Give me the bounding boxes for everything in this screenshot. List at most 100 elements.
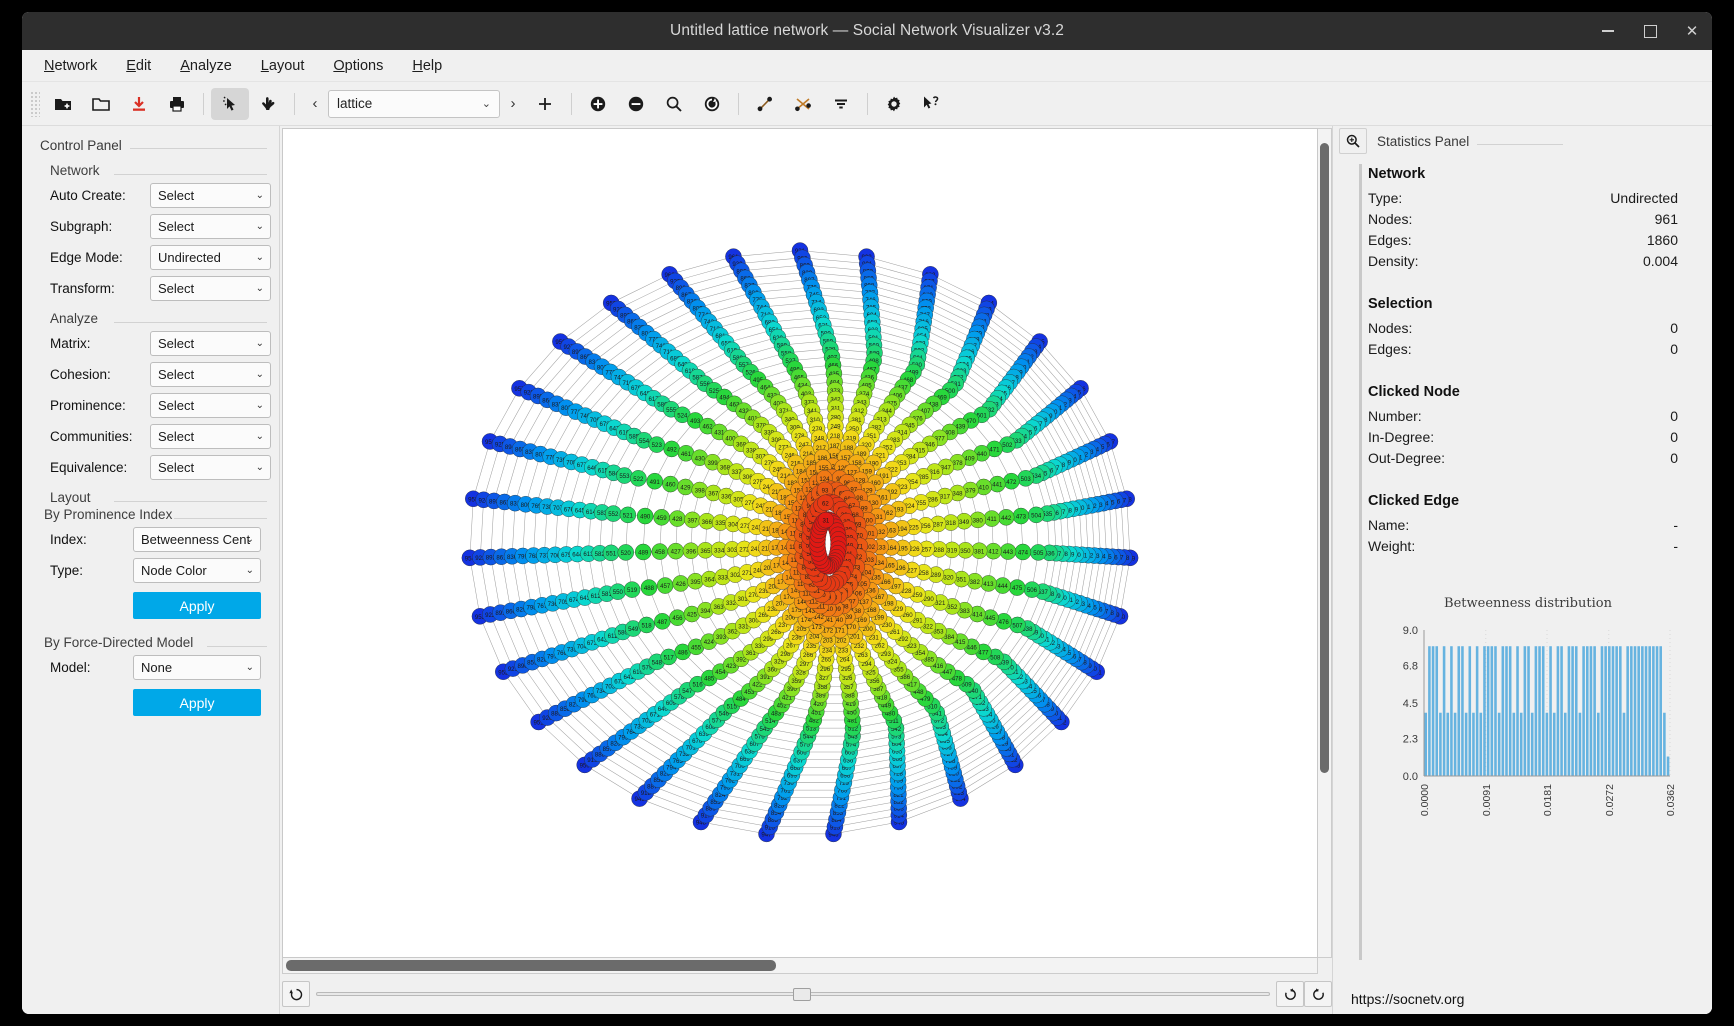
menu-options[interactable]: Options [333,58,383,74]
graph-canvas[interactable]: 9319329339349359369379389399409419429439… [282,128,1318,958]
rotate-left-icon[interactable] [1276,981,1304,1007]
reset-zoom-icon[interactable] [282,981,310,1007]
svg-text:365: 365 [700,548,711,555]
open-network-icon[interactable] [82,88,120,120]
edge-mode-select[interactable]: Undirected ⌄ [150,245,271,270]
equivalence-select[interactable]: Select ⌄ [150,455,271,480]
close-icon[interactable]: ✕ [1684,23,1700,39]
edge-mode-value: Undirected [158,250,221,265]
svg-text:551: 551 [606,550,617,557]
zoom-out-icon[interactable] [617,88,655,120]
svg-text:520: 520 [621,550,632,557]
index-select[interactable]: Betweenness Cent ⌄ [133,527,261,552]
subgraph-value: Select [158,219,194,234]
svg-text:410: 410 [979,485,990,492]
svg-text:550: 550 [613,589,624,596]
svg-text:471: 471 [989,446,1000,453]
stat-key: Type: [1368,190,1402,206]
slider-knob[interactable] [793,988,811,1001]
find-icon[interactable] [655,88,693,120]
svg-text:397: 397 [687,517,698,524]
svg-text:318: 318 [946,520,957,527]
stat-key: Nodes: [1368,211,1412,227]
statistics-panel: Statistics Panel Network Type: Undirecte… [1332,126,1712,1014]
svg-text:472: 472 [1006,479,1017,486]
section-clicked-edge-title: Clicked Edge [1368,493,1678,509]
matrix-select[interactable]: Select ⌄ [150,331,271,356]
svg-text:518: 518 [642,622,653,629]
svg-text:0.0000: 0.0000 [1419,784,1431,816]
svg-text:445: 445 [985,615,996,622]
model-select[interactable]: None ⌄ [133,655,261,680]
clicked-node-row-indegree: In-Degree: 0 [1368,426,1678,447]
minimize-button[interactable] [1600,23,1616,39]
toolbar-grip[interactable] [30,91,40,117]
svg-text:519: 519 [627,587,638,594]
scroll-corner [1318,958,1332,974]
stats-scrollbar[interactable] [1355,164,1360,960]
filter-icon[interactable] [822,88,860,120]
next-relation-button[interactable]: › [500,89,526,119]
svg-text:288: 288 [934,547,945,554]
auto-create-select[interactable]: Select ⌄ [150,183,271,208]
svg-text:379: 379 [965,488,976,495]
type-select[interactable]: Node Color ⌄ [133,558,261,583]
communities-select[interactable]: Select ⌄ [150,424,271,449]
menu-help[interactable]: Help [412,58,442,74]
scroll-thumb[interactable] [286,960,776,971]
section-network-title: Network [1368,166,1678,182]
prev-relation-button[interactable]: ‹ [302,89,328,119]
auto-create-label: Auto Create: [50,188,150,203]
canvas-horizontal-scrollbar[interactable] [282,958,1318,974]
svg-text:442: 442 [1001,515,1012,522]
menu-edit[interactable]: Edit [126,58,151,74]
status-bar: https://socnetv.org [1333,970,1712,1014]
scroll-thumb[interactable] [1320,143,1329,773]
chevron-down-icon: ⌄ [256,400,264,411]
toolbar-separator-5 [867,93,868,115]
svg-text:493: 493 [690,418,701,425]
whats-this-icon[interactable] [913,88,951,120]
svg-text:384: 384 [944,634,955,641]
subgraph-select[interactable]: Select ⌄ [150,214,271,239]
svg-text:349: 349 [959,519,970,526]
zoom-in-stats-icon[interactable] [1339,128,1367,154]
svg-text:521: 521 [623,512,634,519]
stat-value: Undirected [1610,190,1678,206]
svg-text:454: 454 [715,669,726,676]
transform-select[interactable]: Select ⌄ [150,276,271,301]
application-window: Untitled lattice network — Social Networ… [22,12,1712,1014]
status-url[interactable]: https://socnetv.org [1333,977,1464,1007]
canvas-vertical-scrollbar[interactable] [1318,128,1332,958]
menu-network[interactable]: Network [44,58,97,74]
svg-text:399: 399 [708,460,719,467]
drag-mode-icon[interactable] [249,88,287,120]
network-graph[interactable]: 9319329339349359369379389399409419429439… [283,129,1317,957]
stat-key: In-Degree: [1368,429,1434,445]
relation-combo[interactable]: lattice ⌄ [328,90,500,118]
apply-prominence-button[interactable]: Apply [133,592,261,619]
maximize-button[interactable] [1642,23,1658,39]
add-relation-button[interactable] [526,88,564,120]
rotate-icon[interactable] [693,88,731,120]
prominence-select[interactable]: Select ⌄ [150,393,271,418]
menu-analyze[interactable]: Analyze [180,58,232,74]
save-network-icon[interactable] [120,88,158,120]
svg-text:503: 503 [1021,476,1032,483]
select-mode-icon[interactable] [211,88,249,120]
zoom-slider[interactable] [316,981,1270,1007]
rotate-right-icon[interactable] [1304,981,1332,1007]
print-icon[interactable] [158,88,196,120]
cohesion-select[interactable]: Select ⌄ [150,362,271,387]
stat-row-nodes: Nodes: 961 [1368,208,1678,229]
zoom-in-icon[interactable] [579,88,617,120]
add-node-icon[interactable] [746,88,784,120]
svg-text:486: 486 [678,649,689,656]
menu-layout[interactable]: Layout [261,58,305,74]
apply-force-button[interactable]: Apply [133,689,261,716]
new-network-icon[interactable] [44,88,82,120]
clicked-edge-row-weight: Weight: - [1368,535,1678,556]
row-communities: Communities: Select ⌄ [22,421,279,452]
settings-gear-icon[interactable] [875,88,913,120]
add-edge-icon[interactable] [784,88,822,120]
